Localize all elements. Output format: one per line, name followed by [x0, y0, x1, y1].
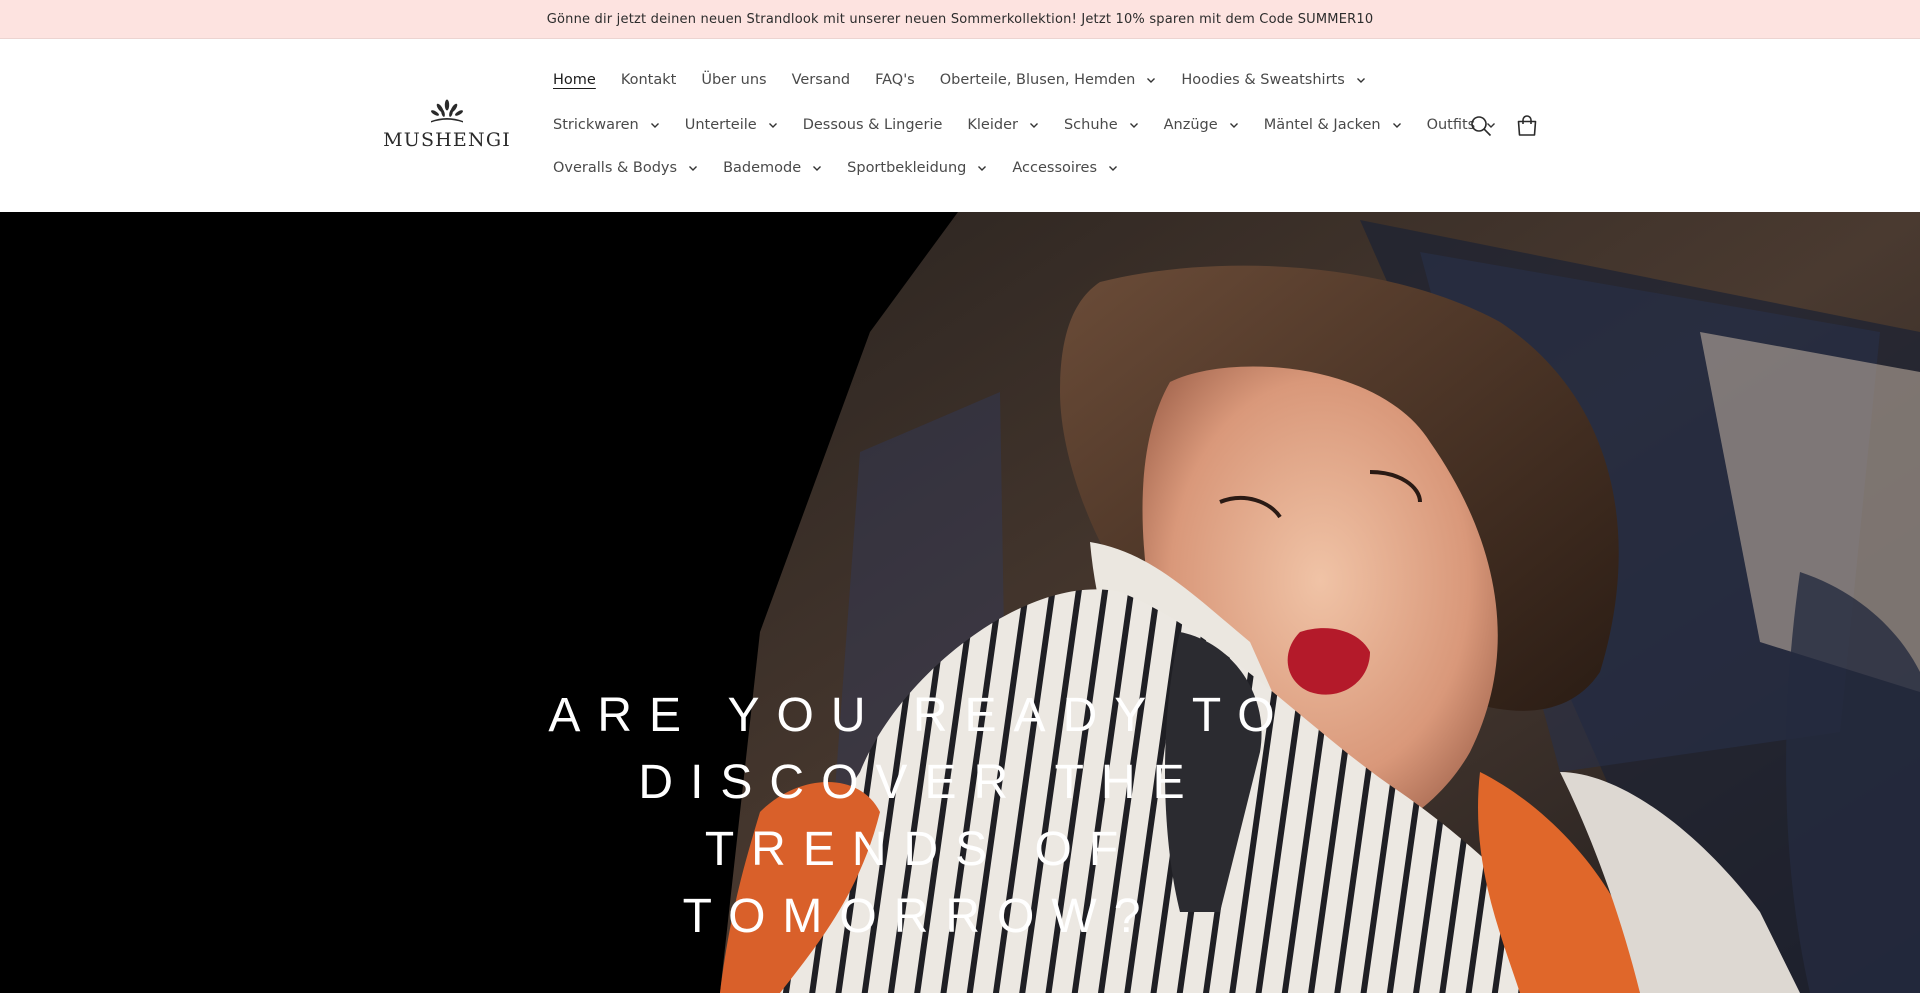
nav-item-label: Strickwaren	[553, 117, 639, 133]
nav-item-schuhe[interactable]: Schuhe	[1064, 117, 1139, 133]
logo-leaf-icon	[431, 99, 463, 123]
nav-item-label: Accessoires	[1012, 160, 1098, 176]
hero-heading: ARE YOU READY TO DISCOVER THE TRENDS OF …	[548, 689, 1292, 943]
nav-item-label: Anzüge	[1163, 117, 1218, 133]
nav-item-label: Schuhe	[1063, 117, 1118, 133]
nav-item-unterteile[interactable]: Unterteile	[685, 117, 778, 133]
nav-item-label: Home	[553, 72, 596, 88]
nav-row-1: Home Kontakt Über uns Versand FAQ's Oberteile…	[553, 65, 1391, 95]
header-icons	[1466, 111, 1542, 141]
nav-item-ueber-uns[interactable]: Über uns	[701, 72, 766, 88]
announcement-bar: Gönne dir jetzt deinen neuen Strandlook …	[0, 0, 1920, 39]
nav-item-label: Unterteile	[684, 117, 757, 133]
nav-item-versand[interactable]: Versand	[792, 72, 851, 88]
cart-button[interactable]	[1512, 111, 1542, 141]
nav-item-label: Dessous & Lingerie	[802, 117, 943, 133]
chevron-down-icon	[1229, 123, 1238, 128]
nav-row-3: Overalls & Bodys Bademode Sportbekleidung A…	[553, 153, 1143, 183]
nav-item-label: Overalls & Bodys	[553, 160, 678, 176]
chevron-down-icon	[1129, 123, 1138, 128]
nav-item-sportbekleidung[interactable]: Sportbekleidung	[847, 160, 987, 176]
nav-item-label: Versand	[791, 72, 851, 88]
nav-item-anzuege[interactable]: Anzüge	[1164, 117, 1239, 133]
nav-item-accessoires[interactable]: Accessoires	[1012, 160, 1118, 176]
nav-item-dessous-lingerie[interactable]: Dessous & Lingerie	[803, 117, 943, 133]
nav-item-label: Hoodies & Sweatshirts	[1181, 72, 1345, 88]
nav-item-kleider[interactable]: Kleider	[967, 117, 1039, 133]
nav-item-label: Bademode	[723, 160, 802, 176]
logo-text: MUSHENGI	[383, 129, 511, 151]
nav-item-strickwaren[interactable]: Strickwaren	[553, 117, 660, 133]
nav-item-label: Mäntel & Jacken	[1263, 117, 1381, 133]
hero-banner: ARE YOU READY TO DISCOVER THE TRENDS OF …	[0, 212, 1920, 993]
logo[interactable]: MUSHENGI	[383, 99, 511, 161]
nav-row-2: Strickwaren Unterteile Dessous & Lingerie K…	[553, 110, 1521, 140]
search-button[interactable]	[1466, 111, 1496, 141]
chevron-down-icon	[1356, 78, 1365, 83]
chevron-down-icon	[689, 166, 698, 171]
nav-item-overalls-bodys[interactable]: Overalls & Bodys	[553, 160, 698, 176]
nav-item-home[interactable]: Home	[553, 72, 596, 88]
nav-item-label: Oberteile, Blusen, Hemden	[939, 72, 1136, 88]
nav-item-label: Sportbekleidung	[847, 160, 967, 176]
chevron-down-icon	[768, 123, 777, 128]
site-header: MUSHENGI Home Kontakt Über uns Versand FAQ's…	[0, 39, 1920, 212]
nav-item-label: Kleider	[967, 117, 1018, 133]
nav-item-bademode[interactable]: Bademode	[723, 160, 822, 176]
chevron-down-icon	[813, 166, 822, 171]
nav-item-hoodies-sweatshirts[interactable]: Hoodies & Sweatshirts	[1181, 72, 1365, 88]
chevron-down-icon	[1109, 166, 1118, 171]
chevron-down-icon	[1029, 123, 1038, 128]
nav-item-faq-s[interactable]: FAQ's	[875, 72, 915, 88]
chevron-down-icon	[1392, 123, 1401, 128]
announcement-text: Gönne dir jetzt deinen neuen Strandlook …	[546, 11, 1374, 27]
nav-item-oberteile-blusen-hemden[interactable]: Oberteile, Blusen, Hemden	[940, 72, 1157, 88]
nav-item-label: Über uns	[701, 72, 767, 88]
chevron-down-icon	[650, 123, 659, 128]
nav-item-maentel-jacken[interactable]: Mäntel & Jacken	[1264, 117, 1402, 133]
nav-item-label: Kontakt	[620, 72, 677, 88]
search-icon	[1471, 116, 1492, 137]
chevron-down-icon	[978, 166, 987, 171]
chevron-down-icon	[1147, 78, 1156, 83]
nav-item-label: FAQ's	[875, 72, 915, 88]
cart-icon	[1517, 115, 1537, 136]
nav-item-kontakt[interactable]: Kontakt	[621, 72, 677, 88]
